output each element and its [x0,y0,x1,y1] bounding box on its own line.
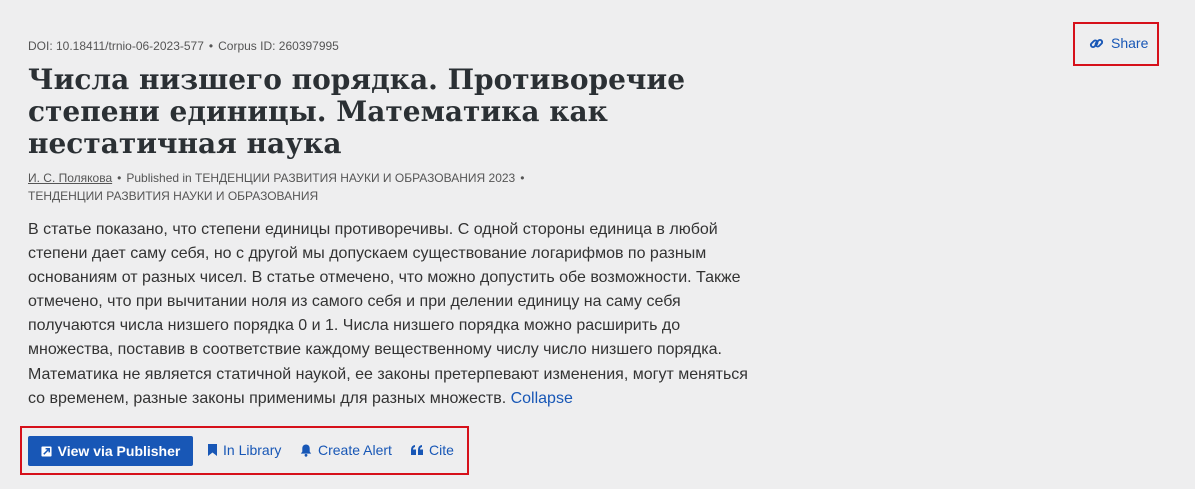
corpus-id-text: Corpus ID: 260397995 [218,39,339,53]
byline-separator: • [117,171,122,185]
share-label: Share [1111,35,1149,51]
byline-separator-2: • [520,171,525,185]
collapse-link[interactable]: Collapse [511,390,573,407]
create-alert-label: Create Alert [318,442,392,458]
view-via-publisher-button[interactable]: View via Publisher [28,436,193,466]
create-alert-button[interactable]: Create Alert [300,442,392,458]
published-in-text: Published in ТЕНДЕНЦИИ РАЗВИТИЯ НАУКИ И … [126,171,516,185]
external-link-icon [41,445,52,457]
share-highlight: Share [1073,22,1159,66]
quote-icon [411,445,423,455]
paper-meta: DOI: 10.18411/trnio-06-2023-577 • Corpus I… [28,39,339,53]
journal-name: ТЕНДЕНЦИИ РАЗВИТИЯ НАУКИ И ОБРАЗОВАНИЯ [28,189,319,203]
meta-separator: • [208,39,214,53]
bookmark-icon [208,444,217,456]
view-via-publisher-label: View via Publisher [57,443,181,459]
paper-title: Числа низшего порядка. Противоречие степ… [28,63,686,160]
in-library-label: In Library [223,442,282,458]
link-icon [1089,36,1104,51]
byline: И. С. Полякова • Published in ТЕНДЕНЦИИ РА… [28,169,548,205]
actions-highlight: View via Publisher In Library Create Ale… [20,426,469,475]
abstract: В статье показано, что степени единицы п… [28,218,748,411]
doi-text: DOI: 10.18411/trnio-06-2023-577 [28,39,204,53]
cite-button[interactable]: Cite [411,442,454,458]
author-link[interactable]: И. С. Полякова [28,171,112,185]
cite-label: Cite [429,442,454,458]
share-button[interactable]: Share [1089,35,1148,51]
abstract-text: В статье показано, что степени единицы п… [28,221,748,407]
in-library-button[interactable]: In Library [208,442,281,458]
bell-icon [300,444,312,457]
